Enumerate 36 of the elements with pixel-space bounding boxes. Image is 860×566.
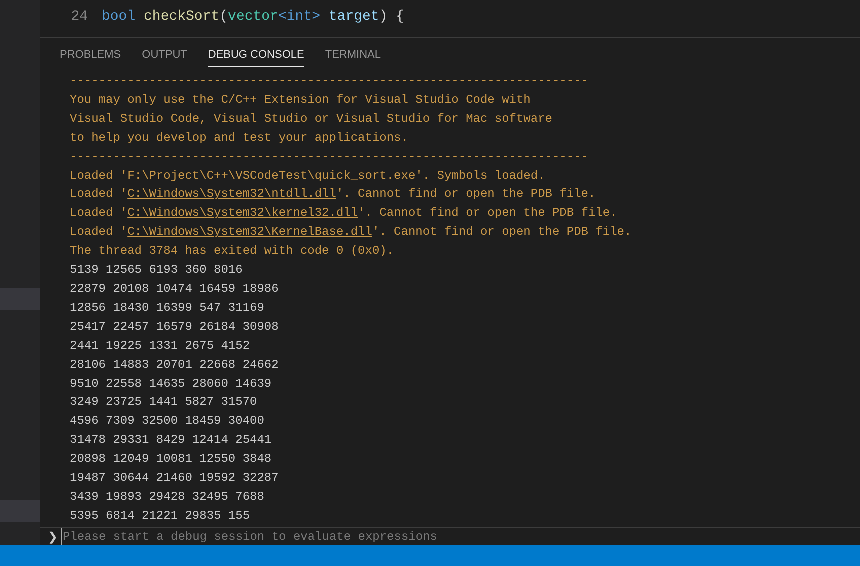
console-line: 2441 19225 1331 2675 4152 xyxy=(70,338,250,355)
line-number: 24 xyxy=(70,8,89,27)
console-line: 3249 23725 1441 5827 31570 xyxy=(70,394,258,412)
panel-tab[interactable]: DEBUG CONSOLE xyxy=(208,42,304,68)
code-line: bool checkSort(vector<int> target) { xyxy=(101,8,405,27)
console-line: Loaded 'C:\Windows\System32\kernel32.dll'. Cannot find or open the PDB file. xyxy=(70,205,618,222)
console-line: ------------------------------------------------------------------------ xyxy=(70,148,588,166)
console-line: to help you develop and test your applications. xyxy=(70,130,408,147)
panel-tab[interactable]: TERMINAL xyxy=(325,42,381,68)
console-line: Loaded 'C:\Windows\System32\KernelBase.dll'. Cannot find or open the PDB file. xyxy=(70,224,632,242)
file-link[interactable]: C:\Windows\System32\KernelBase.dll xyxy=(128,225,372,240)
console-line: 20898 12049 10081 12550 3848 xyxy=(70,451,272,468)
console-line: 5395 6814 21221 29835 155 xyxy=(70,508,250,525)
console-line: ------------------------------------------------------------------------ xyxy=(70,73,588,90)
console-line: 12856 18430 16399 547 31169 xyxy=(70,300,264,317)
console-line: 4596 7309 32500 18459 30400 xyxy=(70,413,264,430)
console-line: 22879 20108 10474 16459 18986 xyxy=(70,280,279,298)
file-link[interactable]: C:\Windows\System32\ntdll.dll xyxy=(128,187,336,202)
panel-tab[interactable]: PROBLEMS xyxy=(60,42,122,68)
console-line: 28106 14883 20701 22668 24662 xyxy=(70,356,279,374)
panel-tab[interactable]: OUTPUT xyxy=(142,42,188,68)
sidebar-row-highlight xyxy=(0,500,40,522)
prompt-chevron: ❯ xyxy=(48,530,58,544)
console-line: 9510 22558 14635 28060 14639 xyxy=(70,376,272,392)
console-line: 5139 12565 6193 360 8016 xyxy=(70,262,243,280)
console-line: 31478 29331 8429 12414 25441 xyxy=(70,432,272,450)
console-line: Loaded 'C:\Windows\System32\ntdll.dll'. Cannot find or open the PDB file. xyxy=(70,186,596,204)
console-line: You may only use the C/C++ Extension for Visual Studio Code with xyxy=(70,92,531,109)
console-line: Loaded 'F:\Project\C++\VSCodeTest\quick_sort.exe'. Symbols loaded. xyxy=(70,168,546,185)
console-line: 19487 30644 21460 19592 32287 xyxy=(70,470,279,488)
file-link[interactable]: C:\Windows\System32\kernel32.dll xyxy=(128,206,358,220)
console-line: 25417 22457 16579 26184 30908 xyxy=(70,318,279,336)
console-line: Visual Studio Code, Visual Studio or Visual Studio for Mac software xyxy=(70,110,552,128)
console-line: The thread 3784 has exited with code 0 (0x0). xyxy=(70,243,394,260)
sidebar-row-highlight xyxy=(0,288,40,310)
console-line: 3439 19893 29428 32495 7688 xyxy=(70,488,264,506)
